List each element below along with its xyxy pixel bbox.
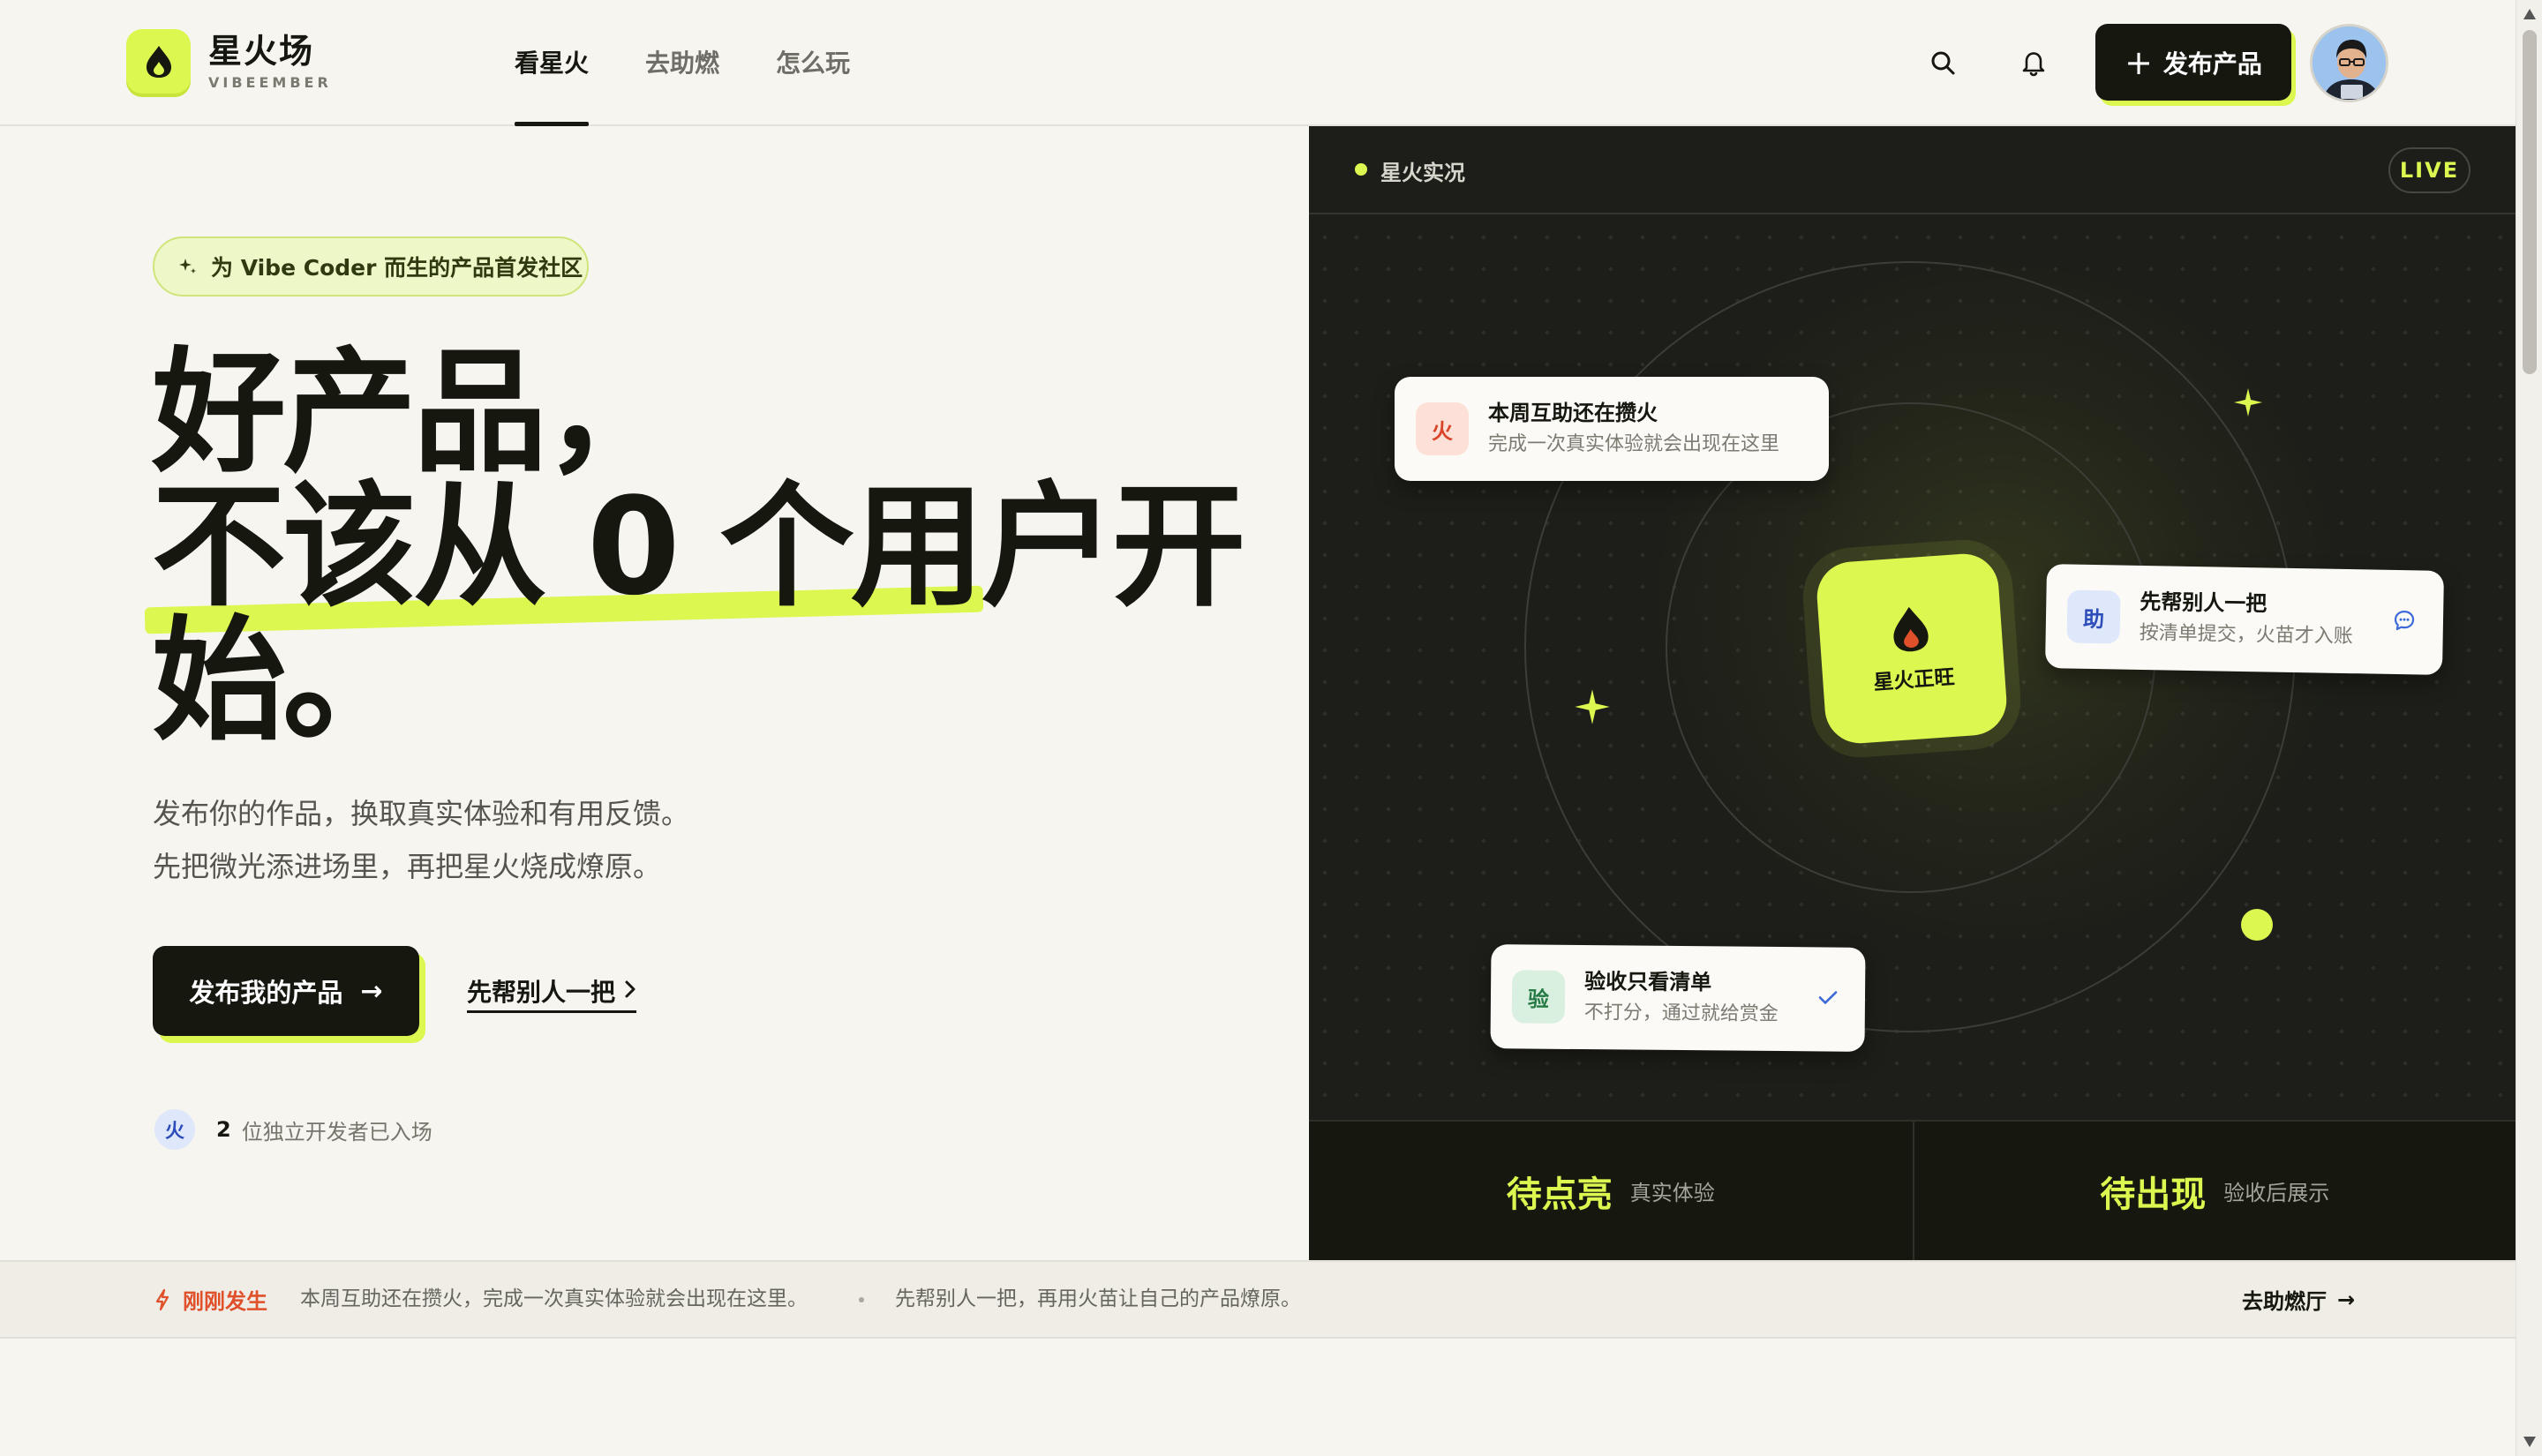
fire-badge-icon: 火 (1416, 402, 1469, 455)
headline-line-3: 始。 (152, 603, 417, 759)
bell-icon[interactable] (2012, 41, 2055, 84)
card-title: 验收只看清单 (1584, 969, 1712, 995)
checkmark-icon (1817, 988, 1839, 1009)
headline-line-1: 好产品， (152, 334, 678, 491)
card-title: 本周互助还在攒火 (1488, 401, 1658, 425)
hero-subcopy: 发布你的作品，换取真实体验和有用反馈。 先把微光添进场里，再把星火烧成燎原。 (153, 787, 689, 893)
card-description: 按清单提交，火苗才入账 (2139, 621, 2353, 649)
activity-card-help-others[interactable]: 助 先帮别人一把 按清单提交，火苗才入账 (2045, 564, 2444, 675)
publish-my-product-button[interactable]: 发布我的产品 → (153, 946, 419, 1036)
card-description: 不打分，通过就给赏金 (1583, 1002, 1779, 1025)
headline-line-2: 不该从 0 个用户开 (152, 469, 1246, 625)
chat-bubble-icon (2392, 608, 2418, 636)
stat-showcase: 待出现 验收后展示 (1912, 1122, 2516, 1260)
scroll-down-arrow-icon[interactable] (2523, 1437, 2536, 1447)
arrow-right-icon: → (2337, 1287, 2356, 1312)
flame-logo-icon (126, 29, 191, 94)
glow-orb (2241, 909, 2273, 941)
stat-label: 真实体验 (1629, 1181, 1715, 1205)
community-tag-text: 为 Vibe Coder 而生的产品首发社区 (211, 255, 583, 281)
activity-ticker: 刚刚发生 本周互助还在攒火，完成一次真实体验就会出现在这里。 先帮别人一把，再用… (0, 1260, 2516, 1339)
activity-card-weekly-help[interactable]: 火 本周互助还在攒火 完成一次真实体验就会出现在这里 (1395, 377, 1829, 481)
live-panel-title: 星火实况 (1380, 161, 1465, 185)
plus-icon: + (2125, 42, 2153, 82)
scroll-up-arrow-icon[interactable] (2523, 9, 2536, 19)
publish-product-label: 发布产品 (2162, 49, 2262, 79)
user-avatar[interactable] (2310, 24, 2388, 102)
nav-item-watch-sparks[interactable]: 看星火 (515, 0, 590, 126)
chevron-right-icon (624, 976, 636, 1005)
top-navigation-bar: 星火场 VIBEEMBER 看星火 去助燃 怎么玩 + 发布产品 (0, 0, 2516, 126)
publish-product-button[interactable]: + 发布产品 (2095, 24, 2291, 101)
activity-card-checklist[interactable]: 验 验收只看清单 不打分，通过就给赏金 (1490, 944, 1866, 1052)
stat-value: 待点亮 (1506, 1174, 1613, 1215)
search-icon[interactable] (1922, 41, 1964, 84)
stat-value: 待出现 (2100, 1174, 2207, 1215)
ticker-heading: 刚刚发生 (154, 1262, 267, 1337)
ticker-item: 先帮别人一把，再用火苗让自己的产品燎原。 (895, 1287, 1301, 1310)
live-stats-bar: 待点亮 真实体验 待出现 验收后展示 (1309, 1120, 2516, 1260)
subcopy-line-1: 发布你的作品，换取真实体验和有用反馈。 (153, 797, 690, 830)
subcopy-line-2: 先把微光添进场里，再把星火烧成燎原。 (153, 850, 662, 883)
help-badge-icon: 助 (2066, 589, 2121, 644)
stat-real-experience: 待点亮 真实体验 (1309, 1122, 1913, 1260)
sparkle-star-icon (2234, 388, 2262, 417)
joined-text: 位独立开发者已入场 (241, 1119, 432, 1145)
brand-logo[interactable]: 星火场 VIBEEMBER (126, 29, 332, 94)
page-title: 好产品， 不该从 0 个用户开 始。 (152, 346, 1299, 748)
arrow-right-icon: → (360, 975, 383, 1007)
card-title: 先帮别人一把 (2140, 589, 2267, 617)
ticker-item: 本周互助还在攒火，完成一次真实体验就会出现在这里。 (300, 1287, 808, 1310)
live-status-dot (1355, 163, 1367, 176)
brand-name: 星火场 (208, 32, 315, 71)
flame-icon (1893, 606, 1929, 652)
spark-core-label: 星火正旺 (1872, 665, 1956, 695)
joined-count: 2 (216, 1117, 231, 1142)
ticker-separator (859, 1297, 864, 1302)
card-description: 完成一次真实体验就会出现在这里 (1488, 433, 1780, 455)
help-others-label: 先帮别人一把 (467, 977, 616, 1007)
publish-my-product-label: 发布我的产品 (189, 978, 343, 1008)
help-others-link[interactable]: 先帮别人一把 (467, 971, 637, 1013)
scrollbar-thumb[interactable] (2523, 30, 2537, 374)
spark-core[interactable]: 星火正旺 (1815, 552, 2009, 746)
stat-label: 验收后展示 (2223, 1181, 2330, 1205)
verify-badge-icon: 验 (1511, 970, 1566, 1024)
live-panel: 星火实况 LIVE 星火正旺 火 本周互助还在攒火 完成一次真实体验就会出现在这… (1309, 126, 2516, 1260)
vertical-scrollbar[interactable] (2516, 0, 2542, 1456)
sparkle-star-icon (1575, 689, 1610, 724)
live-badge: LIVE (2388, 147, 2471, 193)
lightning-icon (155, 1288, 169, 1310)
nav-item-help-ignite[interactable]: 去助燃 (645, 0, 719, 126)
nav-item-how-to-play[interactable]: 怎么玩 (776, 0, 850, 126)
sparkle-icon (179, 259, 196, 274)
developer-avatar-badge: 火 (154, 1109, 195, 1150)
main-nav: 看星火 去助燃 怎么玩 (515, 0, 906, 126)
community-tag-pill: 为 Vibe Coder 而生的产品首发社区 (153, 236, 589, 296)
live-panel-header: 星火实况 LIVE (1309, 126, 2516, 214)
joined-developers: 火 2 位独立开发者已入场 (154, 1109, 432, 1150)
help-hall-label: 去助燃厅 (2242, 1289, 2327, 1314)
brand-subtitle: VIBEEMBER (208, 74, 332, 91)
go-to-help-hall-link[interactable]: 去助燃厅 → (2242, 1262, 2355, 1337)
ticker-heading-text: 刚刚发生 (183, 1289, 267, 1314)
